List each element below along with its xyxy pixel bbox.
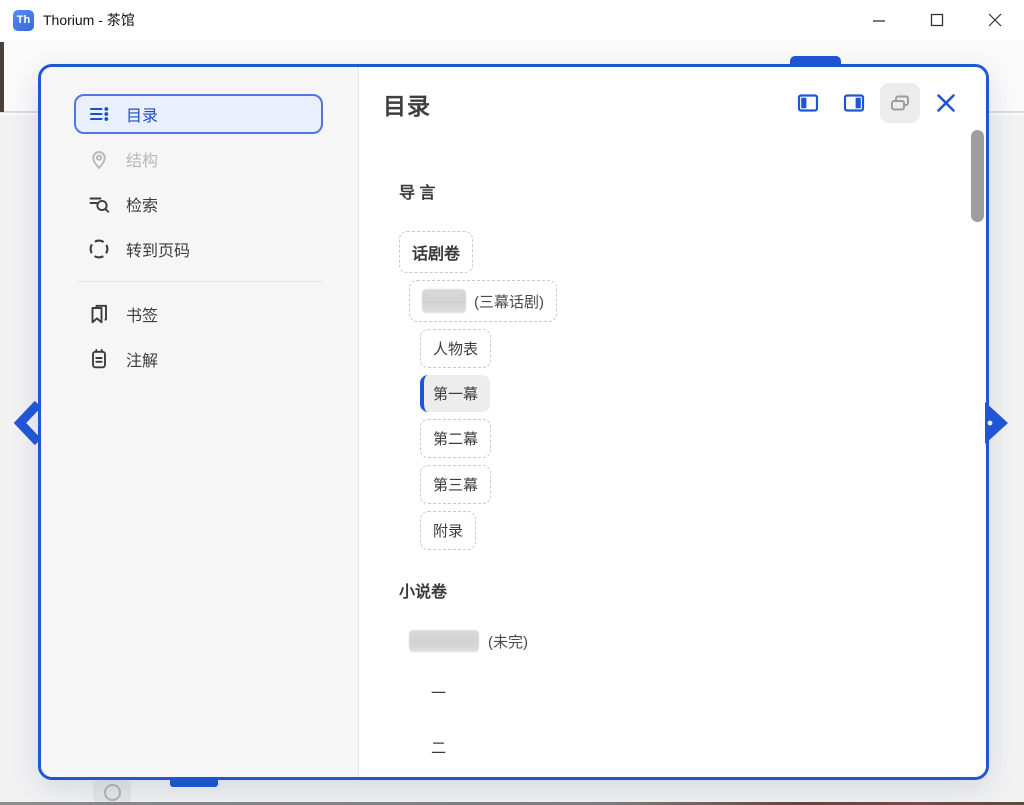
chevron-right-icon [982,399,1010,447]
refresh-icon [104,784,121,801]
toc-entry[interactable]: (三幕话剧) [409,280,986,322]
scrollbar-thumb[interactable] [971,130,984,222]
window-controls [850,0,1024,40]
toc-entry-label: 第一幕 [420,375,490,412]
landmark-pin-icon [87,147,111,171]
close-panel-button[interactable] [926,83,966,123]
search-list-icon [87,192,111,216]
toc-entry[interactable]: 附录 [420,511,986,550]
toc-panel-header: 目录 [359,67,986,123]
toc-entry: (未完) [409,630,986,652]
book-page-edge [0,42,4,112]
window-titlebar: Th Thorium - 茶馆 [0,0,1024,40]
detached-window-icon [887,90,913,116]
maximize-button[interactable] [908,0,966,40]
sidebar-item-label: 书签 [126,302,158,326]
sidebar-divider [78,281,322,282]
panel-title: 目录 [383,83,431,121]
toc-entry-label: 导 言 [399,175,986,207]
toc-entry-label: 第二幕 [420,419,491,458]
thorium-logo: Th [13,10,34,31]
dock-panel-right-button[interactable] [834,83,874,123]
sidebar-item-label: 注解 [126,347,158,371]
navigation-dialog: 目录 结构 检索 转到页码 [38,64,989,780]
redacted-text [409,630,479,652]
redacted-text [422,289,466,313]
close-icon [988,13,1002,27]
sidebar-item-label: 转到页码 [126,237,190,261]
next-page-arrow[interactable] [982,399,1010,452]
toc-entry-label: 第三幕 [420,465,491,504]
bookmark-icon [87,302,111,326]
toc-entry: 导 言 [399,175,986,207]
panel-header-icons [788,83,966,123]
minimize-icon [872,13,886,27]
toc-entry-label: (未完) [488,631,528,652]
toc-entry: 二 [431,733,986,762]
toc-entry-current[interactable]: 第一幕 [420,375,986,412]
minimize-button[interactable] [850,0,908,40]
goto-page-icon [87,237,111,261]
toc-entry-label: 人物表 [420,329,491,368]
toc-entry: 一 [431,678,986,707]
toc-list-icon [87,102,111,126]
dock-panel-right-icon [841,90,867,116]
toc-panel: 目录 [359,67,986,777]
toc-entry-label: 话剧卷 [399,231,473,273]
sidebar-item-bookmarks[interactable]: 书签 [74,294,323,334]
sidebar-item-label: 结构 [126,147,158,171]
toc-entry[interactable]: 第二幕 [420,419,986,458]
toc-entry-label: 附录 [420,511,476,550]
toc-entry[interactable]: 第三幕 [420,465,986,504]
sidebar-item-annotations[interactable]: 注解 [74,339,323,379]
close-window-button[interactable] [966,0,1024,40]
toc-entry-label: 二 [431,733,986,762]
previous-page-arrow[interactable] [14,399,42,452]
close-icon [934,91,958,115]
dock-panel-left-button[interactable] [788,83,828,123]
toc-entry-label: 小说卷 [399,574,986,606]
sidebar-item-structure: 结构 [74,139,323,179]
sidebar-item-label: 检索 [126,192,158,216]
toc-entry: 小说卷 [399,574,986,606]
sidebar-item-goto-page[interactable]: 转到页码 [74,229,323,269]
annotation-icon [87,347,111,371]
detached-window-button[interactable] [880,83,920,123]
toc-list: 导 言 话剧卷 (三幕话剧) 人物表 第一幕 第二幕 第三幕 附录 [359,123,986,780]
navigation-sidebar: 目录 结构 检索 转到页码 [41,67,359,777]
toc-entry[interactable]: 话剧卷 [399,231,986,273]
toc-entry-label: 一 [431,678,986,707]
sidebar-item-search[interactable]: 检索 [74,184,323,224]
sidebar-item-toc[interactable]: 目录 [74,94,323,134]
chevron-left-icon [14,399,42,447]
maximize-icon [930,13,944,27]
toc-entry[interactable]: 人物表 [420,329,986,368]
sidebar-item-label: 目录 [126,102,158,126]
dock-panel-left-icon [795,90,821,116]
window-title: Thorium - 茶馆 [43,10,135,30]
toc-entry-label: (三幕话剧) [474,291,544,312]
